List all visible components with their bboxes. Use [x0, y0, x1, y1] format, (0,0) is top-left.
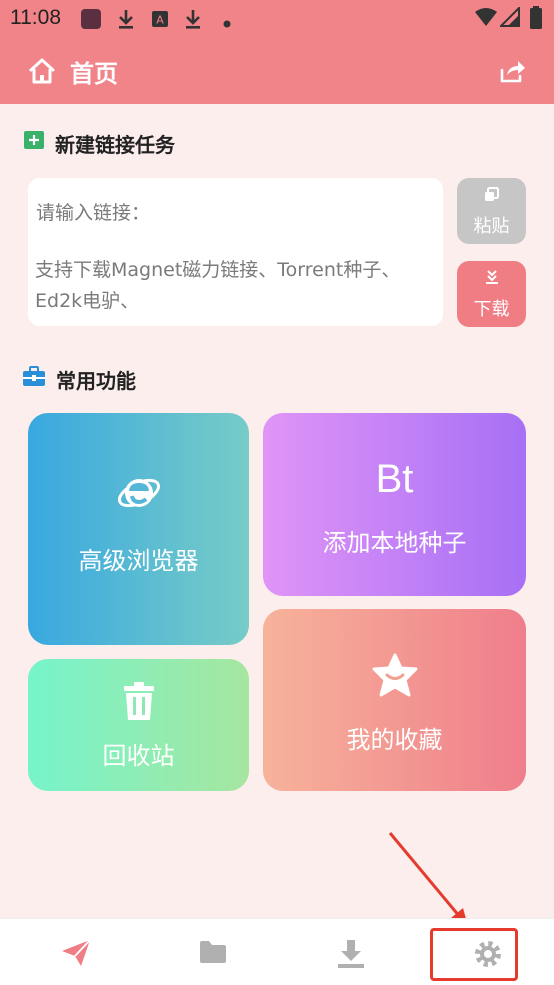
annotation-highlight-box: [430, 928, 518, 981]
send-icon: [62, 939, 91, 966]
folder-icon: [200, 941, 226, 963]
nav-files-tab[interactable]: [144, 919, 282, 985]
download-icon: [338, 940, 364, 968]
nav-home-tab[interactable]: [7, 919, 145, 985]
annotation-arrow: [388, 832, 468, 926]
nav-downloads-tab[interactable]: [282, 919, 420, 985]
